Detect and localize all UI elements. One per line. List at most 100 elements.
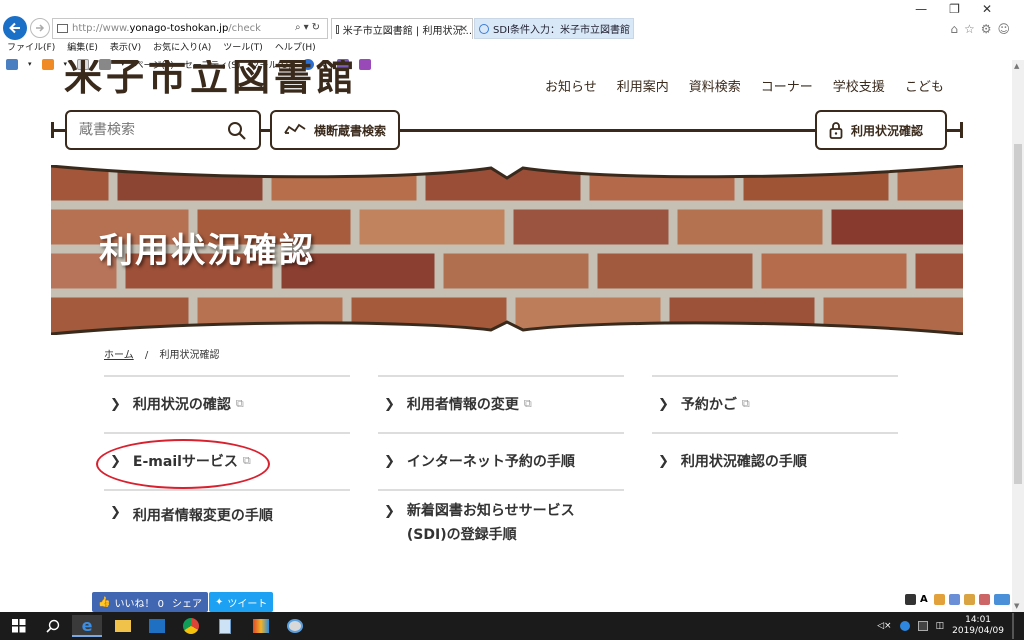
link-sdi-registration-guide[interactable]: ❯ 新着図書お知らせサービス(SDI)の登録手順 bbox=[378, 489, 624, 559]
link-internet-reservation-guide[interactable]: ❯ インターネット予約の手順 bbox=[378, 432, 624, 488]
taskbar: e ◁× ◫ 14:01 2019/04/09 bbox=[0, 612, 1024, 640]
tweet-button[interactable]: ✦ ツイート bbox=[209, 592, 274, 612]
show-desktop[interactable] bbox=[1012, 613, 1014, 639]
tab-active[interactable]: 米子市立図書館 | 利用状況... ✕ bbox=[331, 18, 473, 39]
back-button[interactable] bbox=[3, 16, 27, 40]
link-usage-check[interactable]: ❯ 利用状況の確認 ⧉ bbox=[104, 375, 350, 431]
start-button[interactable] bbox=[4, 615, 34, 637]
menu-view[interactable]: 表示(V) bbox=[110, 40, 141, 54]
link-label: 予約かご bbox=[680, 397, 737, 413]
menu-favorites[interactable]: お気に入り(A) bbox=[153, 40, 211, 54]
link-reservation-cart[interactable]: ❯ 予約かご ⧉ bbox=[652, 375, 898, 431]
status-icon[interactable] bbox=[949, 594, 960, 605]
menu-file[interactable]: ファイル(F) bbox=[7, 40, 55, 54]
breadcrumb-home[interactable]: ホーム bbox=[104, 350, 134, 361]
cross-search-button[interactable]: 横断蔵書検索 bbox=[270, 110, 401, 150]
network-icon[interactable] bbox=[899, 621, 910, 631]
status-icon[interactable] bbox=[964, 594, 975, 605]
chevron-right-icon: ❯ bbox=[384, 504, 395, 519]
favorites-star-icon[interactable]: ☆ bbox=[964, 22, 981, 36]
banner-title: 利用状況確認 bbox=[99, 231, 315, 271]
app-icon bbox=[253, 619, 269, 633]
facebook-share-button[interactable]: シェア bbox=[166, 592, 208, 612]
paint-icon bbox=[287, 619, 303, 633]
menu-tools[interactable]: ツール(T) bbox=[223, 40, 263, 54]
nav-search[interactable]: 資料検索 bbox=[689, 76, 741, 95]
status-icon[interactable] bbox=[979, 594, 990, 605]
scroll-up-icon[interactable]: ▲ bbox=[1014, 62, 1019, 70]
address-tools[interactable]: ⌕▾↻ bbox=[295, 22, 323, 33]
smiley-icon[interactable]: ☺ bbox=[997, 22, 1016, 36]
ie-status-icons: A bbox=[905, 594, 1010, 605]
display-icon[interactable] bbox=[917, 621, 928, 631]
outlook-taskbar-button[interactable] bbox=[142, 615, 172, 637]
minimize-icon[interactable]: — bbox=[915, 2, 949, 16]
nav-school[interactable]: 学校支援 bbox=[833, 76, 885, 95]
search-icon[interactable] bbox=[227, 121, 247, 141]
nav-corner[interactable]: コーナー bbox=[761, 76, 813, 95]
link-usage-check-guide[interactable]: ❯ 利用状況確認の手順 bbox=[652, 432, 898, 488]
tweet-label: ツイート bbox=[227, 598, 268, 610]
forward-button[interactable] bbox=[30, 18, 50, 38]
clock-time: 14:01 bbox=[965, 615, 992, 625]
nav-guide[interactable]: 利用案内 bbox=[617, 76, 669, 95]
link-user-info-change[interactable]: ❯ 利用者情報の変更 ⧉ bbox=[378, 375, 624, 431]
chrome-taskbar-button[interactable] bbox=[176, 615, 206, 637]
tab-page-icon bbox=[336, 24, 339, 34]
usage-check-button[interactable]: 利用状況確認 bbox=[815, 110, 947, 150]
nav-kids[interactable]: こども bbox=[905, 76, 944, 95]
status-icon[interactable] bbox=[934, 594, 945, 605]
close-window-icon[interactable]: ✕ bbox=[982, 2, 1014, 16]
facebook-like-button[interactable]: 👍 いいね！ 0 bbox=[92, 592, 170, 612]
ie-toolbar-icons[interactable]: ⌂☆⚙☺ bbox=[950, 22, 1016, 36]
font-icon[interactable]: A bbox=[920, 594, 930, 605]
scroll-down-icon[interactable]: ▼ bbox=[1014, 602, 1019, 610]
breadcrumb-separator: / bbox=[144, 350, 149, 361]
home-icon[interactable]: ⌂ bbox=[950, 22, 964, 36]
scroll-thumb[interactable] bbox=[1014, 144, 1022, 484]
menu-help[interactable]: ヘルプ(H) bbox=[275, 40, 316, 54]
restore-icon[interactable]: ❐ bbox=[949, 2, 982, 16]
site-logo[interactable]: 米子市立図書館 bbox=[64, 60, 358, 101]
search-box[interactable] bbox=[65, 110, 261, 150]
link-user-info-change-guide[interactable]: ❯ 利用者情報変更の手順 bbox=[104, 489, 350, 559]
notification-icon[interactable]: ◫ bbox=[936, 621, 945, 631]
app-taskbar-button[interactable] bbox=[246, 615, 276, 637]
cross-search-icon bbox=[284, 123, 306, 134]
gear-icon[interactable]: ⚙ bbox=[981, 22, 998, 36]
ie-taskbar-button[interactable]: e bbox=[72, 615, 102, 637]
nav-news[interactable]: お知らせ bbox=[545, 76, 597, 95]
link-label: 利用者情報の変更 bbox=[406, 397, 519, 413]
clock[interactable]: 14:01 2019/04/09 bbox=[952, 615, 1004, 637]
volume-icon[interactable]: ◁× bbox=[877, 621, 891, 631]
tab-close-icon[interactable]: ✕ bbox=[460, 24, 468, 35]
like-label: いいね！ 0 bbox=[114, 598, 164, 610]
search-input[interactable] bbox=[79, 122, 219, 138]
thumbs-up-icon: 👍 bbox=[98, 596, 111, 608]
status-icon[interactable] bbox=[905, 594, 916, 605]
ie-icon: e bbox=[81, 615, 93, 635]
search-taskbar-button[interactable] bbox=[38, 615, 68, 637]
window-controls[interactable]: —❐✕ bbox=[915, 2, 1014, 16]
vertical-scrollbar[interactable]: ▲ ▼ bbox=[1012, 60, 1024, 612]
back-arrow-icon bbox=[9, 22, 20, 34]
tab-label: SDI条件入力：米子市立図書館 bbox=[493, 25, 630, 36]
breadcrumb: ホーム / 利用状況確認 bbox=[104, 346, 219, 361]
tab-inactive[interactable]: SDI条件入力：米子市立図書館 bbox=[474, 18, 634, 39]
folder-icon bbox=[115, 620, 131, 632]
lock-icon bbox=[829, 122, 843, 139]
cross-search-label: 横断蔵書検索 bbox=[314, 123, 387, 138]
external-link-icon: ⧉ bbox=[235, 397, 244, 410]
address-bar[interactable]: http://www. yonago-toshokan.jp/check ⌕▾↻ bbox=[52, 18, 328, 39]
menu-edit[interactable]: 編集(E) bbox=[67, 40, 98, 54]
paint-taskbar-button[interactable] bbox=[280, 615, 310, 637]
chevron-right-icon: ❯ bbox=[384, 396, 395, 412]
page-banner: 利用状況確認 bbox=[51, 165, 963, 335]
ime-icon[interactable] bbox=[994, 594, 1010, 605]
notepad-taskbar-button[interactable] bbox=[210, 615, 240, 637]
highlight-circle bbox=[96, 439, 270, 489]
explorer-taskbar-button[interactable] bbox=[108, 615, 138, 637]
chevron-right-icon: ❯ bbox=[110, 396, 121, 412]
outlook-icon bbox=[149, 619, 165, 633]
chevron-right-icon: ❯ bbox=[384, 453, 395, 469]
